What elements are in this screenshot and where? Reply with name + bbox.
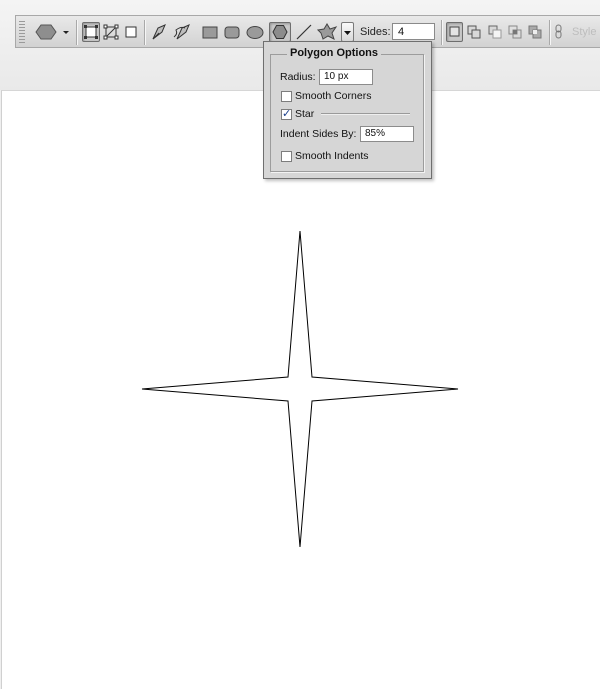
freeform-pen-icon xyxy=(173,24,190,40)
chevron-down-icon xyxy=(344,31,351,35)
indent-sides-label: Indent Sides By: xyxy=(280,128,357,140)
rounded-rectangle-tool-button[interactable] xyxy=(223,22,241,42)
exclude-overlapping-button[interactable] xyxy=(527,22,544,42)
line-icon xyxy=(296,24,312,40)
subtract-shape-area-button[interactable] xyxy=(487,22,504,42)
custom-shape-tool-button[interactable] xyxy=(317,22,339,42)
ellipse-icon xyxy=(246,26,264,39)
polygon-options-title: Polygon Options xyxy=(287,47,381,59)
smooth-corners-checkbox[interactable] xyxy=(281,91,292,102)
shape-layers-icon xyxy=(84,25,98,39)
subtract-shape-area-icon xyxy=(488,25,502,39)
rounded-rectangle-icon xyxy=(224,26,240,39)
separator xyxy=(144,20,145,45)
star-divider xyxy=(321,113,410,114)
fill-pixels-icon xyxy=(125,26,137,38)
line-tool-button[interactable] xyxy=(295,22,313,42)
add-shape-area-icon xyxy=(467,25,481,39)
star-checkbox[interactable]: ✓ xyxy=(281,108,292,120)
rectangle-tool-button[interactable] xyxy=(201,22,219,42)
smooth-indents-checkbox[interactable] xyxy=(281,151,292,162)
freeform-pen-button[interactable] xyxy=(173,22,195,42)
separator xyxy=(549,20,550,45)
four-point-star-shape xyxy=(141,230,459,548)
custom-shape-icon xyxy=(317,23,338,40)
rectangle-icon xyxy=(202,26,218,39)
paths-button[interactable] xyxy=(102,22,120,42)
pen-tool-button[interactable] xyxy=(150,22,170,42)
new-shape-area-icon xyxy=(449,26,460,37)
style-label: Style xyxy=(572,26,597,38)
geometry-options-button[interactable] xyxy=(341,22,354,42)
star-check-mark: ✓ xyxy=(282,108,292,120)
toolbar-grip[interactable] xyxy=(19,21,25,43)
radius-input[interactable]: 10 px xyxy=(319,69,373,85)
intersect-shape-areas-icon xyxy=(508,25,522,39)
link-style-button[interactable] xyxy=(553,22,565,42)
combine-shapes-button[interactable] xyxy=(446,22,463,42)
hexagon-icon xyxy=(35,24,69,40)
preset-picker-button[interactable] xyxy=(31,22,69,42)
star-path xyxy=(141,230,459,548)
sides-label: Sides: xyxy=(360,26,391,38)
polygon-options-popup: Polygon Options Radius: 10 px Smooth Cor… xyxy=(263,41,432,179)
polygon-tool-button[interactable] xyxy=(269,22,291,42)
radius-label: Radius: xyxy=(280,71,316,83)
separator xyxy=(441,20,442,45)
smooth-indents-label: Smooth Indents xyxy=(295,150,369,162)
smooth-corners-label: Smooth Corners xyxy=(295,90,372,102)
add-to-shape-area-button[interactable] xyxy=(466,22,483,42)
polygon-icon xyxy=(272,25,288,39)
indent-sides-input[interactable]: 85% xyxy=(360,126,414,142)
ellipse-tool-button[interactable] xyxy=(246,22,264,42)
pen-icon xyxy=(152,24,166,40)
link-icon xyxy=(555,24,562,39)
paths-icon xyxy=(103,24,119,40)
sides-input[interactable]: 4 xyxy=(392,23,435,40)
fill-pixels-button[interactable] xyxy=(122,22,140,42)
intersect-shape-areas-button[interactable] xyxy=(507,22,524,42)
star-label: Star xyxy=(295,108,315,120)
document-canvas[interactable] xyxy=(1,90,600,689)
shape-layers-button[interactable] xyxy=(82,22,100,42)
separator xyxy=(76,20,77,45)
exclude-overlapping-icon xyxy=(528,25,542,39)
